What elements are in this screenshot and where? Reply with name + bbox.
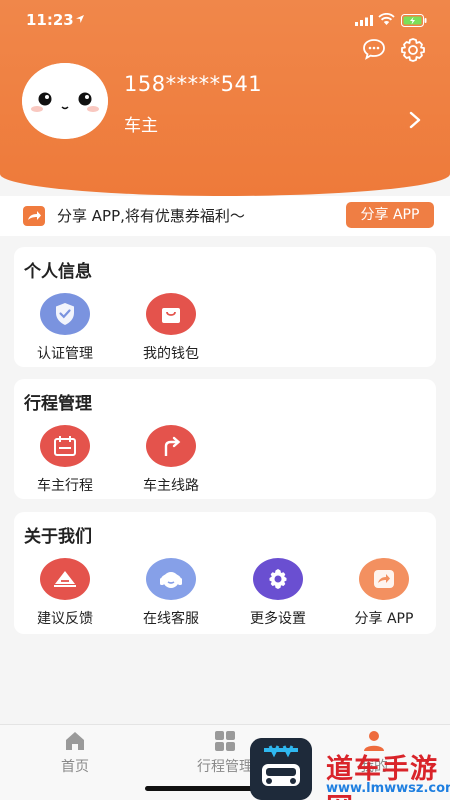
- location-arrow-icon: [76, 15, 84, 23]
- battery-icon: [401, 14, 427, 27]
- section-trip-management: 行程管理 车主行程 车主线路: [14, 379, 436, 499]
- menu-item-owner-routes[interactable]: 车主线路: [121, 425, 221, 495]
- share-icon: [359, 558, 409, 600]
- user-role: 车主: [124, 116, 158, 136]
- share-app-button[interactable]: 分享 APP: [346, 202, 434, 228]
- status-bar: 11:23: [0, 0, 450, 40]
- share-icon: [23, 206, 45, 226]
- route-arrow-icon: [146, 425, 196, 467]
- tab-home[interactable]: 首页: [25, 729, 125, 776]
- chevron-right-icon[interactable]: [408, 111, 422, 129]
- watermark-logo: [250, 738, 312, 800]
- menu-item-share-app[interactable]: 分享 APP: [334, 558, 434, 628]
- section-title: 关于我们: [24, 527, 92, 547]
- section-about-us: 关于我们 建议反馈 在线客服 更多设置 分享 APP: [14, 512, 436, 634]
- menu-item-feedback[interactable]: 建议反馈: [15, 558, 115, 628]
- watermark-url: www.lmwwsz.com: [326, 781, 450, 796]
- menu-item-label: 在线客服: [143, 611, 199, 627]
- message-icon[interactable]: [362, 38, 386, 60]
- gear-icon: [253, 558, 303, 600]
- calendar-icon: [40, 425, 90, 467]
- menu-item-verification[interactable]: 认证管理: [15, 293, 115, 363]
- menu-item-label: 车主线路: [143, 478, 199, 494]
- section-title: 行程管理: [24, 394, 92, 414]
- share-banner-text: 分享 APP,将有优惠券福利～: [57, 207, 245, 225]
- status-time: 11:23: [26, 11, 74, 29]
- menu-item-label: 认证管理: [37, 346, 93, 362]
- tab-label: 行程管理: [197, 759, 253, 775]
- menu-item-owner-trips[interactable]: 车主行程: [15, 425, 115, 495]
- menu-item-more-settings[interactable]: 更多设置: [228, 558, 328, 628]
- menu-item-label: 我的钱包: [143, 346, 199, 362]
- bag-icon: [146, 293, 196, 335]
- grid-icon: [215, 731, 235, 751]
- menu-item-label: 分享 APP: [354, 611, 414, 627]
- menu-item-support[interactable]: 在线客服: [121, 558, 221, 628]
- tab-label: 首页: [61, 759, 89, 775]
- avatar[interactable]: [22, 63, 108, 139]
- section-personal-info: 个人信息 认证管理 我的钱包: [14, 247, 436, 367]
- wifi-icon: [378, 13, 395, 25]
- menu-item-label: 车主行程: [37, 478, 93, 494]
- user-phone: 158*****541: [124, 72, 263, 96]
- headset-icon: [146, 558, 196, 600]
- settings-gear-icon[interactable]: [400, 37, 426, 63]
- menu-item-label: 建议反馈: [37, 611, 93, 627]
- menu-item-wallet[interactable]: 我的钱包: [121, 293, 221, 363]
- section-title: 个人信息: [24, 262, 92, 282]
- shield-check-icon: [40, 293, 90, 335]
- menu-item-label: 更多设置: [250, 611, 306, 627]
- feedback-icon: [40, 558, 90, 600]
- home-icon: [66, 732, 84, 750]
- signal-icon: [355, 15, 373, 26]
